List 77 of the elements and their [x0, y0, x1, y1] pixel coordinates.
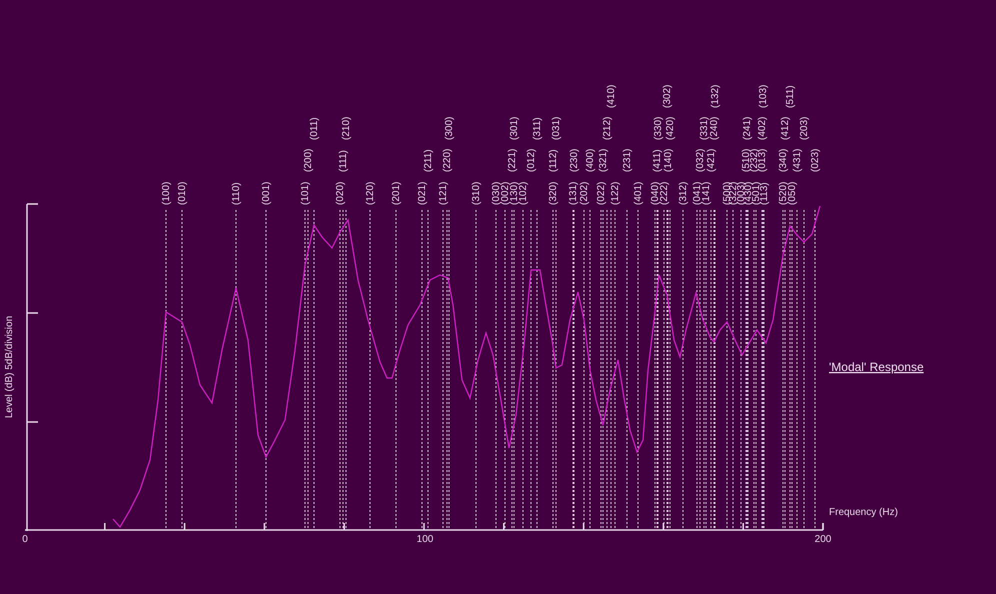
mode-label: (121): [438, 182, 449, 205]
mode-label: (510): [741, 148, 752, 172]
y-axis-label: Level (dB) 5dB/division: [4, 316, 15, 418]
mode-label: (002): [500, 182, 511, 205]
mode-label: (120): [365, 182, 376, 205]
mode-label: (421): [706, 148, 717, 172]
mode-label: (231): [622, 148, 633, 172]
mode-label: (132): [710, 84, 721, 108]
mode-label: (001): [261, 182, 272, 205]
mode-label: (041): [692, 182, 703, 205]
mode-label: (210): [341, 116, 352, 140]
mode-label: (222): [659, 182, 670, 205]
mode-label: (321): [598, 148, 609, 172]
mode-label: (220): [442, 148, 453, 172]
mode-label: (202): [579, 182, 590, 205]
mode-label: (311): [532, 117, 543, 140]
mode-label: (140): [663, 148, 674, 172]
mode-label: (302): [662, 84, 673, 108]
mode-label: (310): [471, 182, 482, 205]
mode-label: (400): [585, 148, 596, 172]
mode-label: (221): [507, 148, 518, 172]
mode-label: (431): [792, 148, 803, 172]
mode-label: (101): [300, 182, 311, 205]
x-tick-label: 0: [22, 534, 28, 545]
x-tick-label: 100: [416, 534, 434, 545]
mode-label: (203): [799, 116, 810, 140]
x-tick-label: 200: [814, 534, 832, 545]
mode-label: (201): [391, 182, 402, 205]
mode-label: (023): [810, 148, 821, 172]
mode-label: (031): [551, 116, 562, 140]
mode-label: (501): [751, 182, 762, 205]
mode-label: (420): [665, 116, 676, 140]
mode-label: (331): [699, 116, 710, 140]
mode-label: (111): [338, 150, 349, 172]
mode-label: (330): [653, 116, 664, 140]
mode-label: (402): [757, 116, 768, 140]
mode-label: (312): [678, 182, 689, 205]
mode-label: (021): [417, 182, 428, 205]
mode-label: (032): [695, 148, 706, 172]
mode-label: (230): [569, 148, 580, 172]
mode-label: (520): [778, 182, 789, 205]
mode-label: (212): [602, 116, 613, 140]
mode-label: (320): [548, 182, 559, 205]
mode-label: (040): [650, 182, 661, 205]
mode-label: (113): [759, 182, 770, 205]
mode-label: (131): [568, 182, 579, 205]
mode-label: (241): [742, 116, 753, 140]
mode-label: (122): [610, 182, 621, 205]
mode-label: (340): [778, 148, 789, 172]
mode-label: (050): [787, 182, 798, 205]
mode-label: (012): [526, 148, 537, 172]
mode-label: (200): [303, 148, 314, 172]
mode-label: (300): [444, 116, 455, 140]
mode-label: (103): [758, 84, 769, 108]
mode-label: (030): [491, 182, 502, 205]
mode-label: (410): [606, 84, 617, 108]
mode-label: (232): [749, 148, 760, 172]
mode-label: (412): [780, 116, 791, 140]
mode-label: (102): [518, 182, 529, 205]
mode-label: (141): [701, 182, 712, 205]
mode-label: (020): [335, 182, 346, 205]
mode-label: (112): [548, 149, 559, 172]
mode-label: (011): [309, 117, 320, 140]
mode-label: (240): [709, 116, 720, 140]
mode-label: (301): [509, 116, 520, 140]
mode-label: (010): [177, 182, 188, 205]
mode-label: (022): [596, 182, 607, 205]
mode-label: (211): [423, 149, 434, 172]
x-axis-label: Frequency (Hz): [829, 507, 898, 518]
mode-label: (411): [652, 149, 663, 172]
mode-label: (110): [231, 182, 242, 205]
mode-label: (511): [785, 85, 796, 108]
mode-label: (401): [633, 182, 644, 205]
mode-label: (013): [757, 148, 768, 172]
legend-label[interactable]: 'Modal' Response: [829, 360, 924, 374]
mode-label: (100): [161, 182, 172, 205]
mode-label: (130): [509, 182, 520, 205]
